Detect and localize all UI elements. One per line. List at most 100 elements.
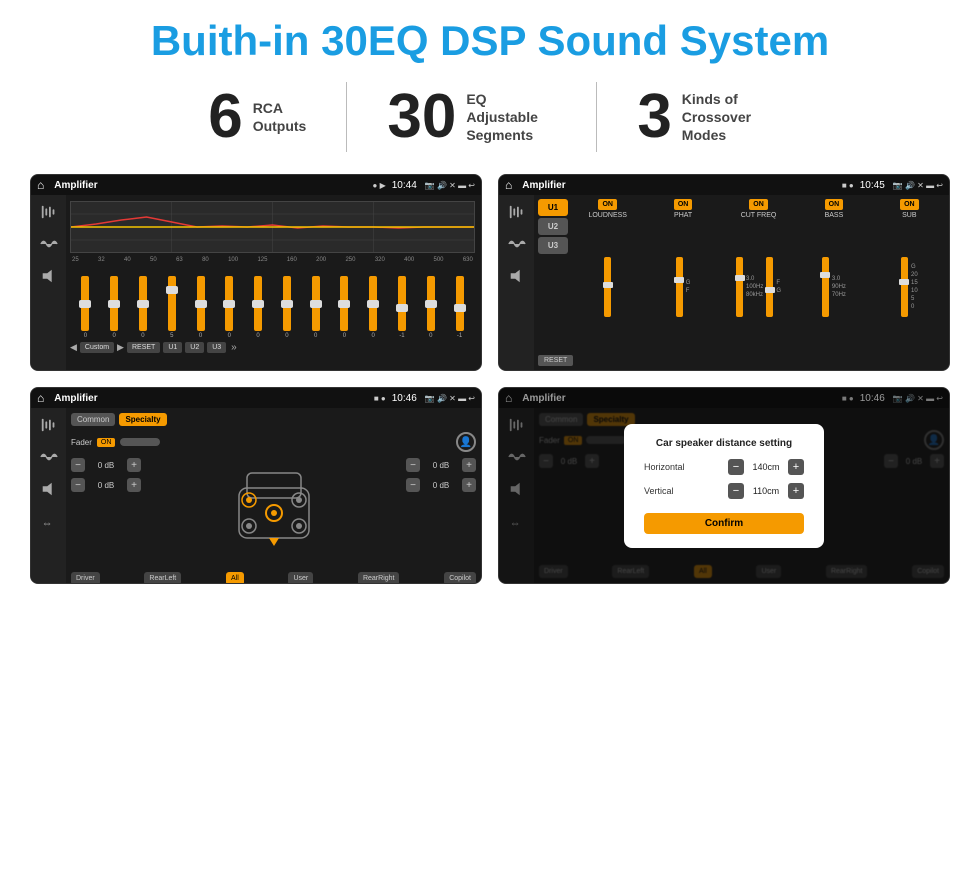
sub-label: SUB	[902, 212, 916, 219]
eq-home-icon[interactable]: ⌂	[37, 178, 44, 192]
bass-v-slider[interactable]	[822, 257, 829, 317]
eq-custom-btn[interactable]: Custom	[80, 342, 114, 353]
fader-main-area: Common Specialty Fader ON 👤 −	[66, 408, 481, 583]
crossover-channels: ON LOUDNESS ON PHAT	[572, 199, 945, 350]
eq-wave-icon[interactable]	[37, 235, 61, 253]
fader-db1-plus[interactable]: +	[127, 458, 141, 472]
fader-driver-btn[interactable]: Driver	[71, 572, 100, 584]
eq-slider-2[interactable]: 0	[110, 276, 118, 339]
crossover-title: Amplifier	[522, 180, 836, 191]
car-diagram	[229, 458, 319, 568]
stat-crossover-label: Kinds of Crossover Modes	[682, 90, 772, 145]
crossover-home-icon[interactable]: ⌂	[505, 178, 512, 192]
fader-tabs: Common Specialty	[71, 413, 476, 426]
eq-more-icon[interactable]: »	[231, 342, 237, 353]
cutfreq-on-btn[interactable]: ON	[749, 199, 768, 210]
fader-db2-plus[interactable]: +	[127, 478, 141, 492]
eq-slider-13[interactable]: 0	[427, 276, 435, 339]
crossover-u3-btn[interactable]: U3	[538, 237, 568, 254]
fader-copilot-btn[interactable]: Copilot	[444, 572, 476, 584]
confirm-button[interactable]: Confirm	[644, 513, 804, 534]
fader-horiz-slider[interactable]	[120, 438, 160, 446]
eq-left-sidebar	[31, 195, 66, 370]
fader-rearleft-btn[interactable]: RearLeft	[144, 572, 181, 584]
eq-u1-btn[interactable]: U1	[163, 342, 182, 353]
eq-slider-5[interactable]: 0	[197, 276, 205, 339]
distance-dialog: Car speaker distance setting Horizontal …	[624, 424, 824, 548]
eq-screen-content: 253240506380100125160200250320400500630 …	[31, 195, 481, 370]
eq-slider-9[interactable]: 0	[312, 276, 320, 339]
horizontal-label: Horizontal	[644, 462, 685, 472]
fader-speaker-icon[interactable]	[37, 480, 61, 498]
fader-rearright-btn[interactable]: RearRight	[358, 572, 400, 584]
eq-graph	[70, 201, 475, 253]
phat-vals: GF	[686, 280, 691, 294]
eq-slider-1[interactable]: 0	[81, 276, 89, 339]
phat-on-btn[interactable]: ON	[674, 199, 693, 210]
fader-filter-icon[interactable]	[37, 416, 61, 434]
fader-db3-plus[interactable]: +	[462, 458, 476, 472]
fader-user-btn[interactable]: User	[288, 572, 313, 584]
fader-tab-common[interactable]: Common	[71, 413, 115, 426]
phat-slider: GF	[676, 223, 691, 350]
fader-db1-val: 0 dB	[88, 461, 124, 470]
fader-db1-minus[interactable]: −	[71, 458, 85, 472]
crossover-left-sidebar	[499, 195, 534, 370]
horizontal-minus-btn[interactable]: −	[728, 459, 744, 475]
sub-v-slider[interactable]	[901, 257, 908, 317]
distance-screen-content: ⇔ Common Specialty Fader ON 👤	[499, 408, 949, 583]
eq-slider-10[interactable]: 0	[340, 276, 348, 339]
bass-slider: 3.090Hz70Hz	[822, 223, 846, 350]
crossover-u1-btn[interactable]: U1	[538, 199, 568, 216]
fader-db-row-1: − 0 dB +	[71, 458, 141, 472]
fader-arrows-icon[interactable]: ⇔	[37, 512, 61, 530]
eq-slider-3[interactable]: 0	[139, 276, 147, 339]
eq-slider-6[interactable]: 0	[225, 276, 233, 339]
crossover-wave-icon[interactable]	[505, 235, 529, 253]
cutfreq-v-slider[interactable]	[736, 257, 743, 317]
fader-on-badge[interactable]: ON	[97, 438, 116, 447]
horizontal-row: Horizontal − 140cm +	[644, 459, 804, 475]
eq-slider-12[interactable]: -1	[398, 276, 406, 339]
loudness-v-slider[interactable]	[604, 257, 611, 317]
vertical-minus-btn[interactable]: −	[728, 483, 744, 499]
crossover-rows: U1 U2 U3 ON LOUDNESS	[538, 199, 945, 350]
crossover-filter-icon[interactable]	[505, 203, 529, 221]
eq-u3-btn[interactable]: U3	[207, 342, 226, 353]
sub-vals: G 20151050	[911, 264, 918, 310]
fader-db3-minus[interactable]: −	[406, 458, 420, 472]
phat-v-slider[interactable]	[676, 257, 683, 317]
eq-next-btn[interactable]: ▶	[117, 342, 124, 353]
crossover-speaker-icon[interactable]	[505, 267, 529, 285]
fader-all-btn[interactable]: All	[226, 572, 244, 584]
eq-slider-7[interactable]: 0	[254, 276, 262, 339]
crossover-reset-btn[interactable]: RESET	[538, 355, 573, 366]
eq-slider-11[interactable]: 0	[369, 276, 377, 339]
horizontal-plus-btn[interactable]: +	[788, 459, 804, 475]
crossover-u2-btn[interactable]: U2	[538, 218, 568, 235]
eq-prev-btn[interactable]: ◀	[70, 342, 77, 353]
fader-db4-plus[interactable]: +	[462, 478, 476, 492]
sub-slider: G 20151050	[901, 223, 918, 350]
vertical-plus-btn[interactable]: +	[788, 483, 804, 499]
fader-tab-specialty[interactable]: Specialty	[119, 413, 166, 426]
eq-speaker-icon[interactable]	[37, 267, 61, 285]
eq-reset-btn[interactable]: RESET	[127, 342, 160, 353]
loudness-on-btn[interactable]: ON	[598, 199, 617, 210]
cutfreq-v-slider2[interactable]	[766, 257, 773, 317]
fader-db2-minus[interactable]: −	[71, 478, 85, 492]
fader-wave-icon[interactable]	[37, 448, 61, 466]
eq-filter-icon[interactable]	[37, 203, 61, 221]
eq-slider-14[interactable]: -1	[456, 276, 464, 339]
bass-on-btn[interactable]: ON	[825, 199, 844, 210]
eq-slider-4[interactable]: 5	[168, 276, 176, 339]
eq-slider-8[interactable]: 0	[283, 276, 291, 339]
sub-on-btn[interactable]: ON	[900, 199, 919, 210]
fader-home-icon[interactable]: ⌂	[37, 391, 44, 405]
channel-loudness: ON LOUDNESS	[572, 199, 643, 350]
fader-person-icon[interactable]: 👤	[456, 432, 476, 452]
fader-db4-minus[interactable]: −	[406, 478, 420, 492]
crossover-time: 10:45	[860, 180, 885, 191]
eq-u2-btn[interactable]: U2	[185, 342, 204, 353]
eq-dot-icons: ● ▶	[373, 181, 386, 190]
